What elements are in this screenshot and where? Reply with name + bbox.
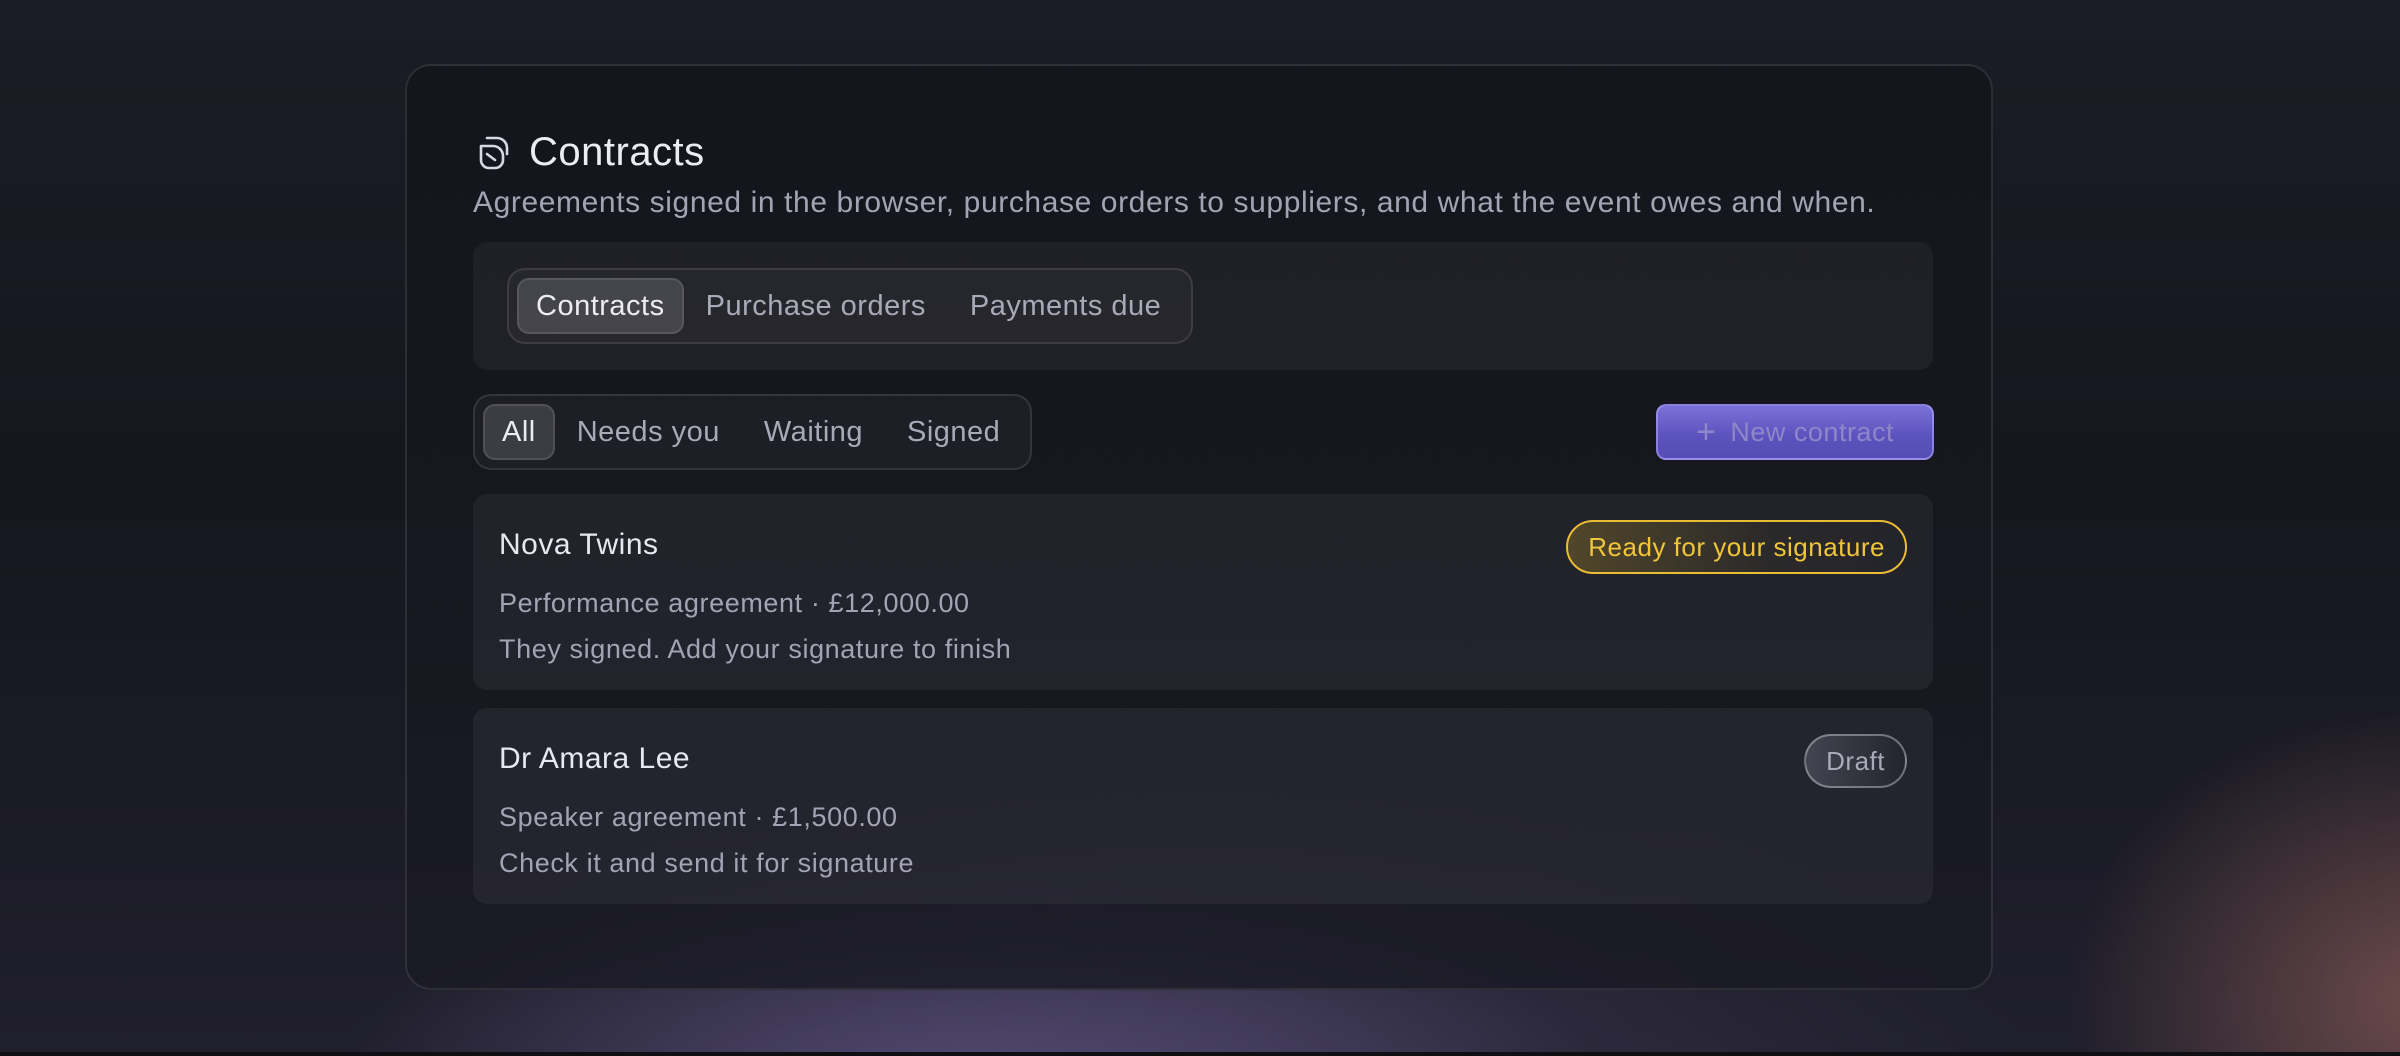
tab-contracts[interactable]: Contracts (517, 278, 684, 334)
filter-needs-you[interactable]: Needs you (555, 404, 742, 460)
new-contract-label: New contract (1730, 416, 1894, 447)
page-subtitle: Agreements signed in the browser, purcha… (473, 186, 1876, 219)
tab-purchase-orders[interactable]: Purchase orders (684, 278, 948, 334)
filter-all[interactable]: All (483, 404, 555, 460)
filter-signed[interactable]: Signed (885, 404, 1022, 460)
contract-meta: Speaker agreement · £1,500.00 (499, 802, 898, 832)
tab-payments-due[interactable]: Payments due (948, 278, 1183, 334)
contract-meta: Performance agreement · £12,000.00 (499, 588, 970, 618)
title-row: Contracts (473, 124, 1933, 180)
page-title: Contracts (529, 129, 705, 174)
contract-note: They signed. Add your signature to finis… (499, 634, 1012, 664)
filter-waiting[interactable]: Waiting (742, 404, 885, 460)
tab-bar: Contracts Purchase orders Payments due (507, 268, 1194, 344)
contracts-icon (473, 132, 513, 172)
status-badge: Ready for your signature (1566, 520, 1907, 574)
contracts-panel: Contracts Agreements signed in the brows… (405, 64, 1993, 990)
plus-icon: + (1696, 413, 1717, 451)
new-contract-button[interactable]: + New contract (1656, 404, 1934, 460)
tabs-band: Contracts Purchase orders Payments due (473, 242, 1933, 370)
contract-card[interactable]: Nova Twins Ready for your signature Perf… (473, 494, 1933, 690)
contract-name: Dr Amara Lee (499, 742, 691, 775)
contract-card[interactable]: Dr Amara Lee Draft Speaker agreement · £… (473, 708, 1933, 904)
page-header: Contracts Agreements signed in the brows… (473, 124, 1933, 220)
contract-name: Nova Twins (499, 528, 659, 561)
contract-note: Check it and send it for signature (499, 848, 915, 878)
bottom-edge (0, 1052, 2400, 1056)
status-badge: Draft (1804, 734, 1907, 788)
filter-bar: All Needs you Waiting Signed (473, 394, 1033, 470)
